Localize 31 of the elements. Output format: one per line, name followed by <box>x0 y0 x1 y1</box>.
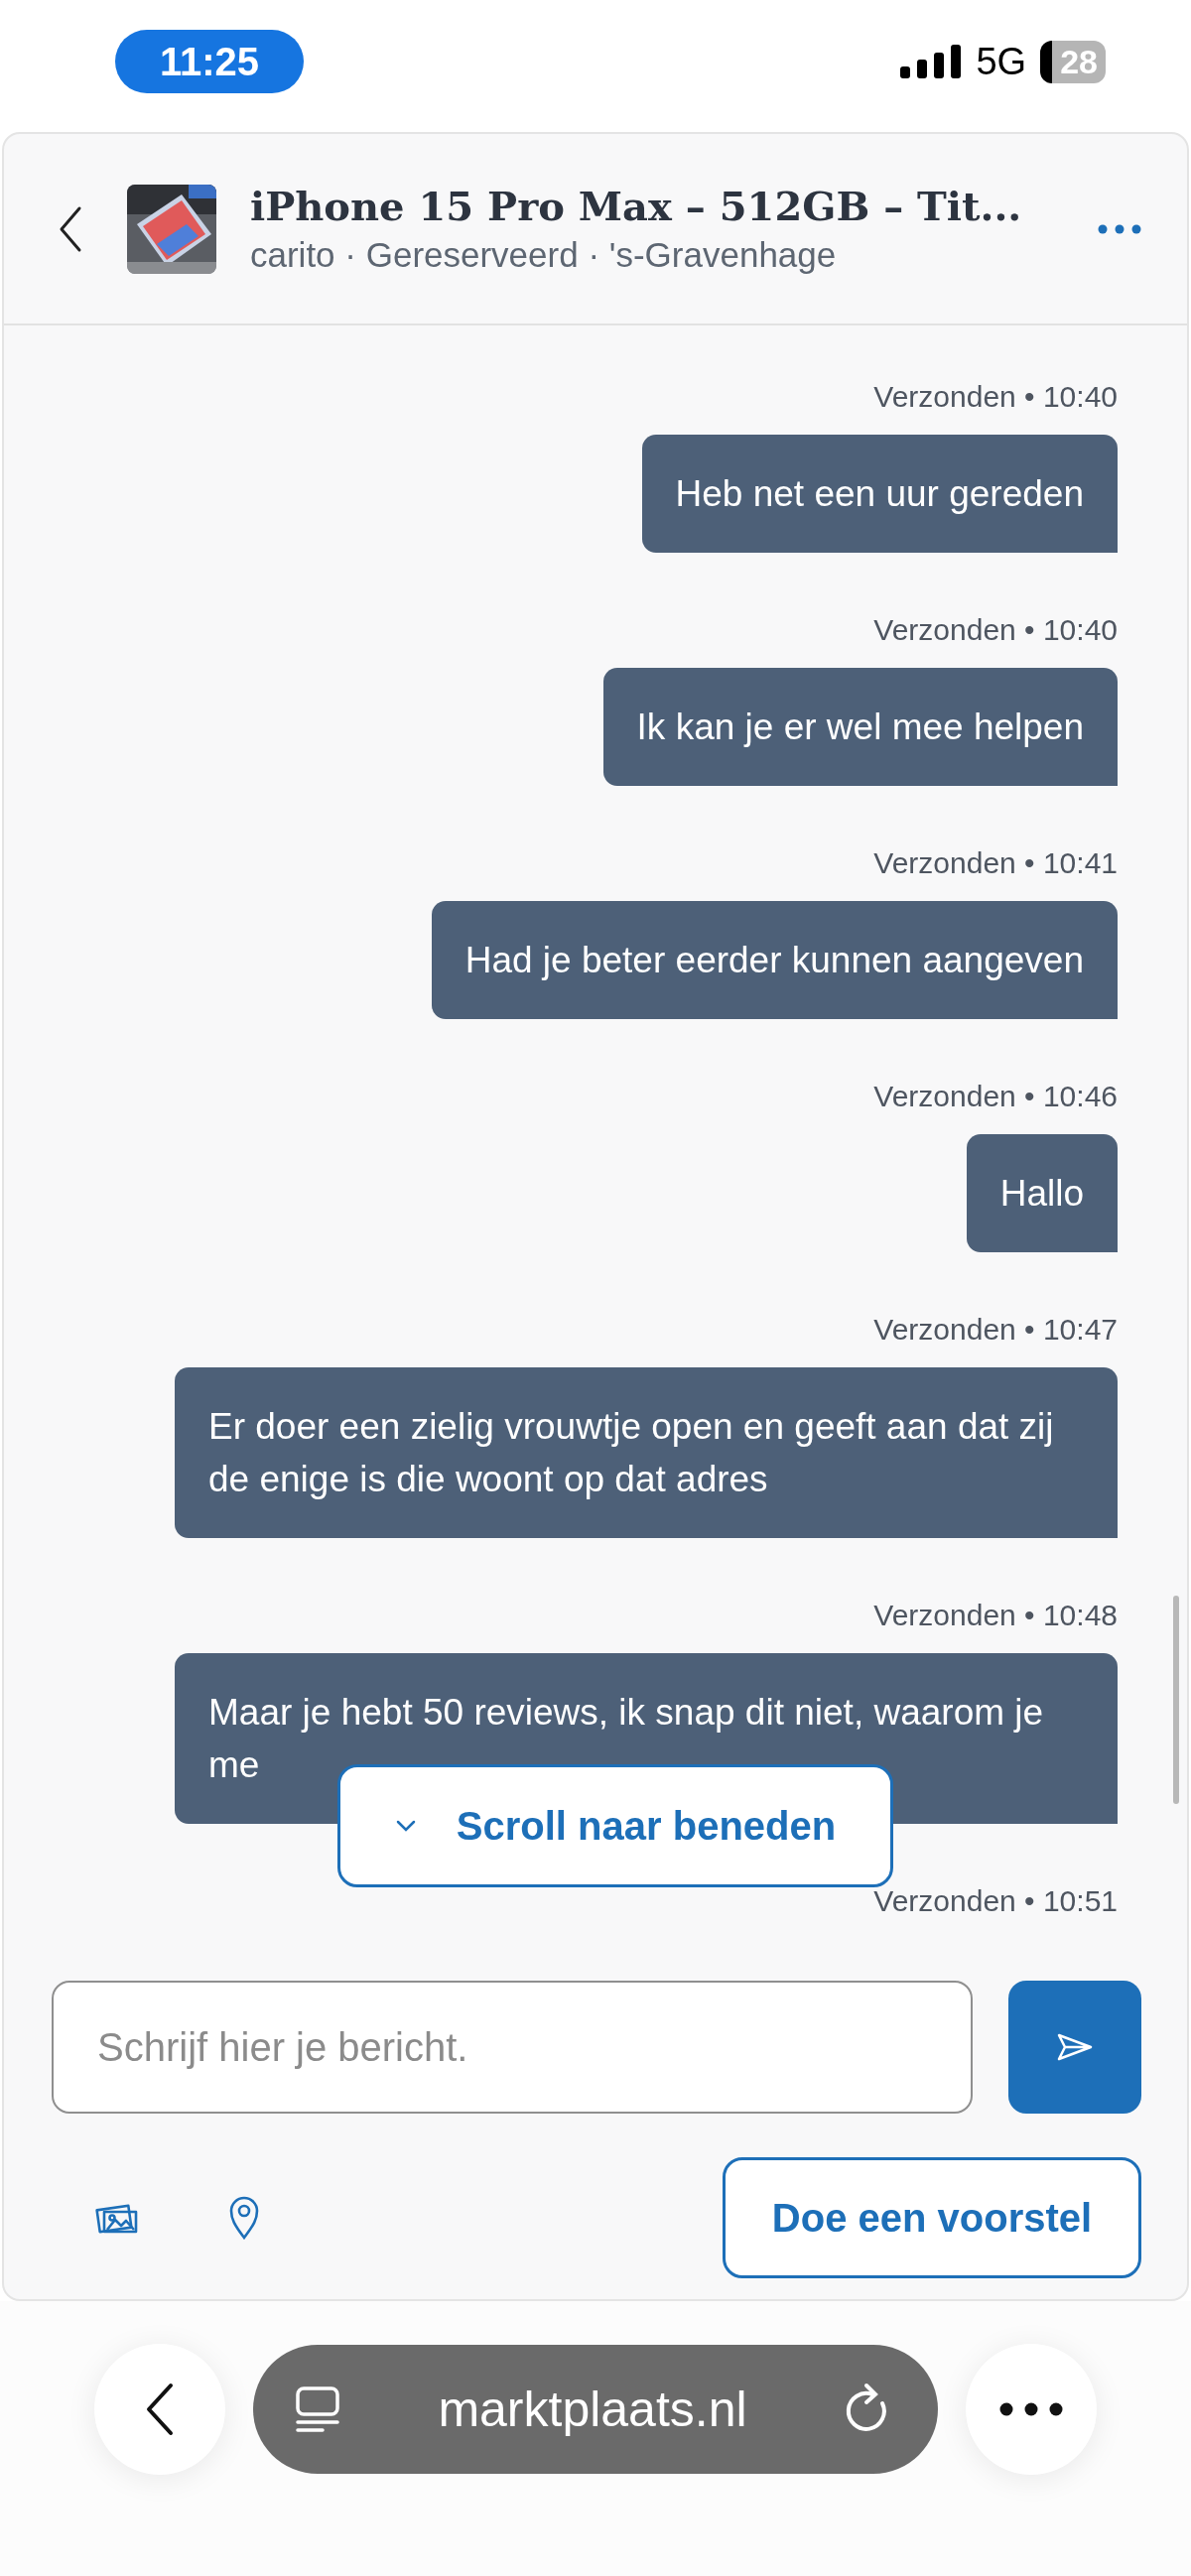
message-bubble: Hallo <box>966 1134 1118 1252</box>
message-input[interactable]: Schrijf hier je bericht. <box>52 1981 973 2114</box>
back-icon[interactable] <box>58 204 83 253</box>
message-status: Verzonden • 10:41 <box>873 845 1118 881</box>
message-bubble: Heb net een uur gereden <box>641 435 1118 553</box>
message-status: Verzonden • 10:46 <box>873 1079 1118 1114</box>
url-text: marktplaats.nl <box>438 2380 747 2438</box>
more-icon[interactable] <box>1098 223 1141 234</box>
send-button[interactable] <box>1008 1981 1141 2114</box>
signal-icon <box>900 45 963 78</box>
scroll-down-button[interactable]: Scroll naar beneden <box>337 1764 893 1887</box>
more-icon <box>999 2401 1063 2416</box>
back-icon <box>145 2382 175 2436</box>
tabs-icon <box>293 2383 342 2434</box>
message-bubble: Had je beter eerder kunnen aangeven <box>431 901 1118 1019</box>
message-bubble: Ik kan je er wel mee helpen <box>602 668 1118 786</box>
listing-subtitle: carito · Gereserveerd · 's-Gravenhage <box>250 235 838 275</box>
message-status: Verzonden • 10:40 <box>873 612 1118 648</box>
battery-indicator: 28 <box>1040 40 1106 83</box>
message-status: Verzonden • 10:40 <box>873 379 1118 415</box>
listing-title[interactable]: iPhone 15 Pro Max – 512GB – Tit... <box>250 183 1098 229</box>
network-label: 5G <box>976 40 1027 83</box>
status-time: 11:25 <box>115 30 304 93</box>
chevron-down-icon <box>394 1819 417 1833</box>
address-bar[interactable]: marktplaats.nl <box>253 2344 938 2474</box>
send-icon <box>1056 2032 1094 2062</box>
message-status: Verzonden • 10:48 <box>873 1598 1118 1633</box>
location-pin-icon[interactable] <box>228 2195 260 2241</box>
message-bubble: Er doer een zielig vrouwtje open en geeft aan dat zij de enige is die woont op dat adres <box>175 1367 1118 1538</box>
make-offer-button[interactable]: Doe een voorstel <box>723 2157 1141 2278</box>
message-status: Verzonden • 10:47 <box>873 1312 1118 1348</box>
